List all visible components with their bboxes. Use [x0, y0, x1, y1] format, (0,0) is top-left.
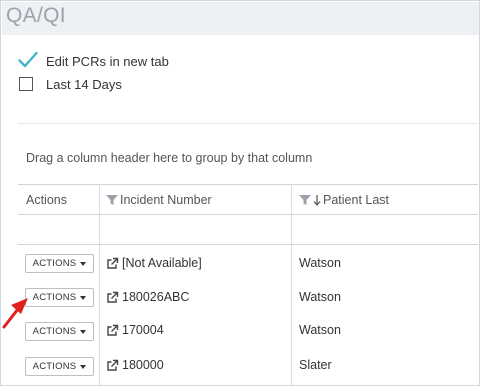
incident-number-cell[interactable]: 180000 — [106, 355, 164, 375]
patient-last-cell: Watson — [299, 290, 341, 304]
caret-down-icon — [80, 329, 87, 334]
incident-number-value: 180026ABC — [122, 290, 190, 304]
actions-button-label: ACTIONS — [32, 361, 77, 372]
sort-descending-icon — [313, 194, 321, 206]
column-header-patient-last[interactable]: Patient Last — [299, 185, 389, 215]
patient-last-cell: Watson — [299, 323, 341, 337]
column-header-incident-number-label: Incident Number — [120, 193, 212, 207]
caret-down-icon — [80, 261, 87, 266]
incident-number-value: 180000 — [122, 358, 164, 372]
external-link-icon[interactable] — [106, 257, 119, 270]
edit-pcrs-new-tab-label: Edit PCRs in new tab — [46, 53, 169, 69]
filter-row-divider — [18, 244, 478, 245]
last-14-days-label: Last 14 Days — [46, 76, 122, 92]
external-link-icon[interactable] — [106, 291, 119, 304]
incident-number-value: [Not Available] — [122, 256, 202, 270]
column-header-incident-number[interactable]: Incident Number — [106, 185, 212, 215]
group-by-drop-zone[interactable]: Drag a column header here to group by th… — [26, 151, 312, 165]
patient-last-cell: Watson — [299, 256, 341, 270]
incident-number-value: 170004 — [122, 323, 164, 337]
annotation-arrow-icon — [2, 298, 28, 329]
filter-icon[interactable] — [299, 195, 311, 205]
page-header: QA/QI — [2, 2, 479, 35]
incident-number-cell[interactable]: 170004 — [106, 320, 164, 340]
divider — [18, 123, 478, 124]
external-link-icon[interactable] — [106, 324, 119, 337]
incident-number-cell[interactable]: [Not Available] — [106, 253, 202, 273]
caret-down-icon — [80, 295, 87, 300]
header-divider — [18, 214, 478, 215]
external-link-icon[interactable] — [106, 359, 119, 372]
filter-icon[interactable] — [106, 195, 118, 205]
column-header-patient-last-label: Patient Last — [323, 193, 390, 207]
actions-button[interactable]: ACTIONS — [25, 357, 94, 376]
grid-header-top-border — [18, 184, 478, 185]
qa-qi-panel: QA/QI Edit PCRs in new tab Last 14 Days … — [0, 0, 480, 386]
caret-down-icon — [80, 364, 87, 369]
patient-last-cell: Slater — [299, 358, 332, 372]
incident-number-cell[interactable]: 180026ABC — [106, 287, 189, 307]
